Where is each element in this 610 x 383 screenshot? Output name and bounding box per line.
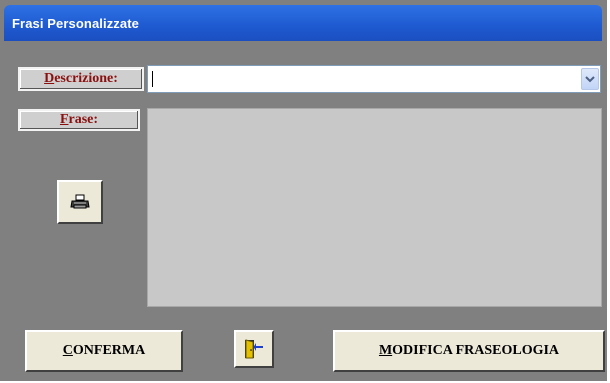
dialog-window: Frasi Personalizzate Descrizione: Frase:…	[0, 0, 607, 381]
exit-button[interactable]	[234, 330, 274, 368]
window-title: Frasi Personalizzate	[12, 16, 139, 31]
description-label: Descrizione:	[18, 67, 144, 91]
print-button[interactable]	[57, 180, 103, 224]
phrase-label-accelerator: F	[59, 112, 69, 127]
phrase-label: Frase:	[18, 109, 140, 131]
text-cursor	[152, 71, 153, 87]
exit-door-icon	[245, 339, 263, 359]
description-combobox[interactable]	[147, 65, 601, 93]
modify-phraseology-button[interactable]: M ODIFICA FRASEOLOGIA	[333, 330, 605, 372]
modify-accelerator: M	[378, 343, 393, 358]
description-label-text: escrizione:	[54, 71, 118, 86]
title-bar[interactable]: Frasi Personalizzate	[4, 5, 602, 41]
phrase-textarea[interactable]	[147, 108, 602, 307]
description-dropdown-button[interactable]	[581, 68, 599, 90]
phrase-label-text: rase:	[68, 112, 99, 127]
confirm-accelerator: C	[62, 343, 73, 358]
description-label-accelerator: D	[44, 71, 55, 86]
confirm-label: ONFERMA	[72, 343, 146, 358]
modify-label: ODIFICA FRASEOLOGIA	[392, 343, 560, 358]
chevron-down-icon	[585, 76, 595, 83]
confirm-button[interactable]: C ONFERMA	[25, 330, 183, 372]
printer-icon	[70, 194, 90, 209]
